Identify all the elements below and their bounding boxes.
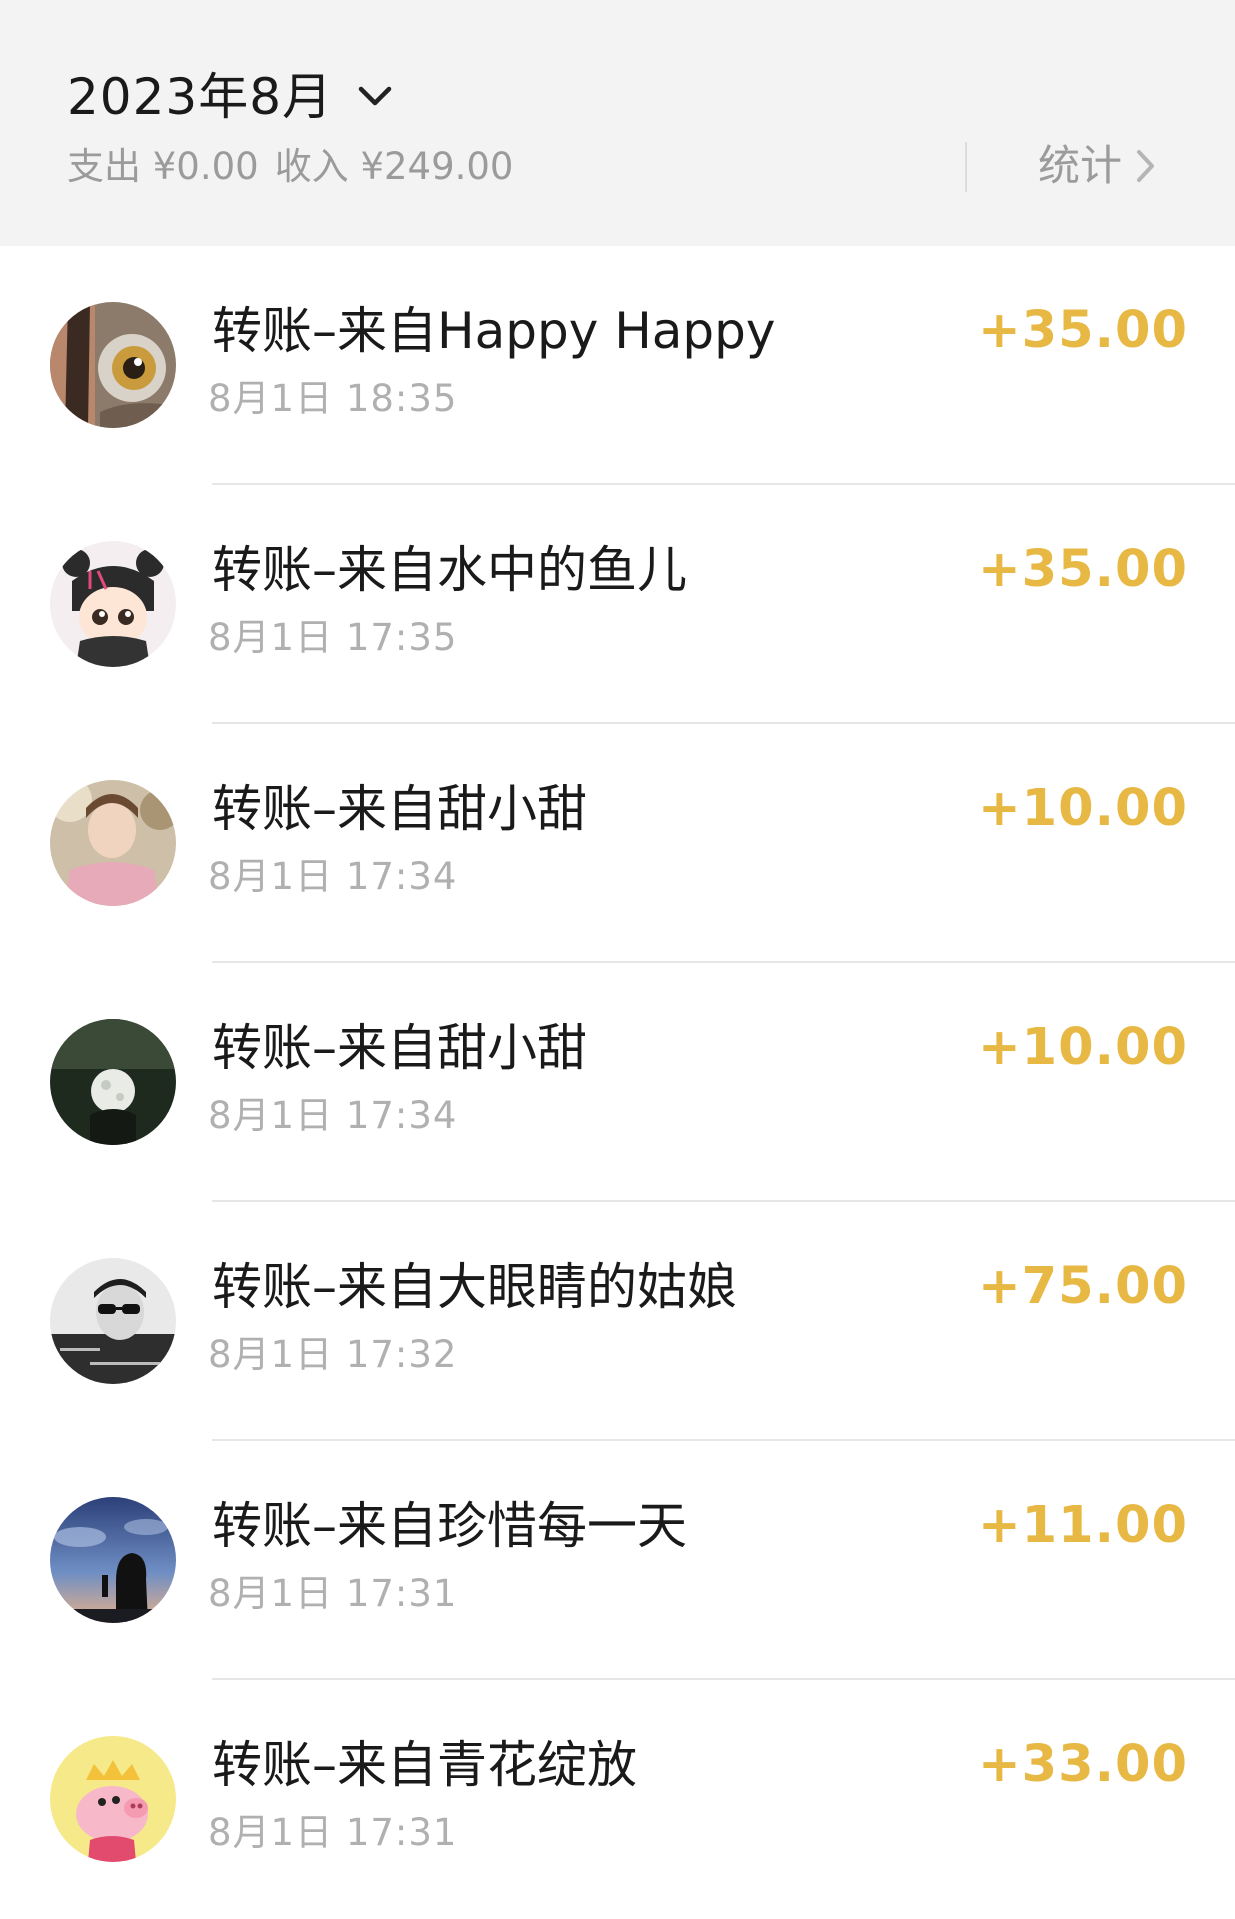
month-summary: 支出 ¥0.00 收入 ¥249.00 xyxy=(67,142,513,192)
bill-header: 2023年8月 支出 ¥0.00 收入 ¥249.00 统计 xyxy=(0,0,1235,246)
transaction-list: 转账–来自Happy Happy 8月1日 18:35 +35.00 转账–来自… xyxy=(0,246,1235,1919)
transaction-amount: +35.00 xyxy=(977,540,1188,599)
expense-total: 支出 ¥0.00 xyxy=(67,145,259,188)
month-label: 2023年8月 xyxy=(67,68,334,126)
chevron-right-icon xyxy=(1136,146,1162,186)
transaction-amount: +35.00 xyxy=(977,301,1188,360)
transaction-title: 转账–来自青花绽放 xyxy=(212,1736,637,1794)
chevron-down-icon xyxy=(355,77,395,117)
transaction-row[interactable]: 转账–来自珍惜每一天 8月1日 17:31 +11.00 xyxy=(0,1441,1235,1680)
transaction-time: 8月1日 17:31 xyxy=(208,1811,458,1854)
transaction-title: 转账–来自Happy Happy xyxy=(212,302,776,360)
transaction-time: 8月1日 17:35 xyxy=(208,616,458,659)
transaction-time: 8月1日 17:34 xyxy=(208,855,458,898)
transaction-title: 转账–来自珍惜每一天 xyxy=(212,1497,687,1555)
transaction-amount: +75.00 xyxy=(977,1257,1188,1316)
stats-label: 统计 xyxy=(1038,141,1123,190)
transaction-title: 转账–来自甜小甜 xyxy=(212,1019,587,1077)
transaction-row[interactable]: 转账–来自甜小甜 8月1日 17:34 +10.00 xyxy=(0,963,1235,1202)
income-total: 收入 ¥249.00 xyxy=(274,145,514,188)
transaction-amount: +10.00 xyxy=(977,1018,1188,1077)
avatar xyxy=(50,1019,176,1145)
avatar xyxy=(50,780,176,906)
transaction-time: 8月1日 17:32 xyxy=(208,1333,458,1376)
transaction-amount: +33.00 xyxy=(977,1735,1188,1794)
avatar xyxy=(50,1258,176,1384)
stats-button[interactable]: 统计 xyxy=(1038,138,1162,194)
transaction-time: 8月1日 17:31 xyxy=(208,1572,458,1615)
transaction-row[interactable]: 转账–来自水中的鱼儿 8月1日 17:35 +35.00 xyxy=(0,485,1235,724)
transaction-title: 转账–来自大眼睛的姑娘 xyxy=(212,1258,737,1316)
avatar xyxy=(50,1736,176,1862)
transaction-row[interactable]: 转账–来自青花绽放 8月1日 17:31 +33.00 xyxy=(0,1680,1235,1919)
transaction-amount: +11.00 xyxy=(977,1496,1188,1555)
avatar xyxy=(50,541,176,667)
transaction-row[interactable]: 转账–来自甜小甜 8月1日 17:34 +10.00 xyxy=(0,724,1235,963)
month-picker[interactable]: 2023年8月 xyxy=(67,62,395,132)
transaction-time: 8月1日 17:34 xyxy=(208,1094,458,1137)
transaction-time: 8月1日 18:35 xyxy=(208,377,458,420)
transaction-row[interactable]: 转账–来自大眼睛的姑娘 8月1日 17:32 +75.00 xyxy=(0,1202,1235,1441)
header-divider xyxy=(965,142,967,192)
avatar xyxy=(50,302,176,428)
avatar xyxy=(50,1497,176,1623)
transaction-amount: +10.00 xyxy=(977,779,1188,838)
transaction-title: 转账–来自水中的鱼儿 xyxy=(212,541,687,599)
transaction-title: 转账–来自甜小甜 xyxy=(212,780,587,838)
transaction-row[interactable]: 转账–来自Happy Happy 8月1日 18:35 +35.00 xyxy=(0,246,1235,485)
